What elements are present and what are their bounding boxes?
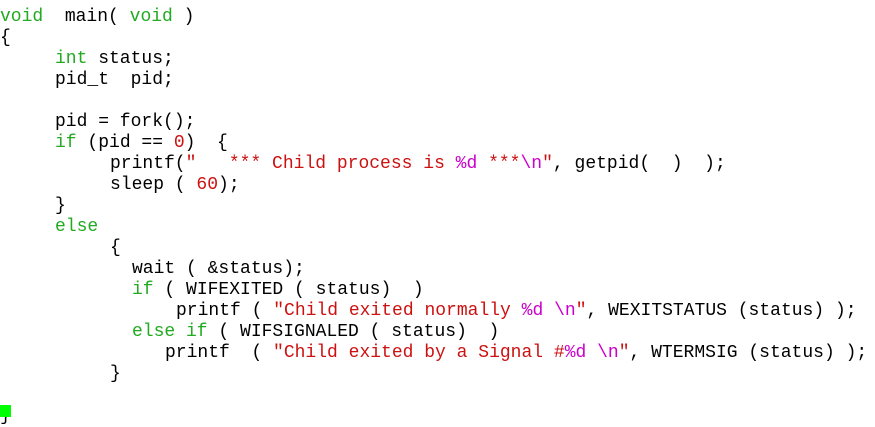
code-token-fmt: \n — [597, 343, 619, 363]
code-token-kw: if — [55, 133, 77, 153]
code-token-str: " — [542, 154, 553, 174]
code-token-str — [586, 343, 597, 363]
code-token-str: " — [618, 343, 630, 363]
code-editor[interactable]: void main( void ){int status; pid_t pid; p… — [0, 0, 875, 426]
code-line: printf(" *** Child process is %d ***\n",… — [110, 154, 726, 175]
code-line: { — [110, 238, 121, 259]
code-token: main( — [43, 7, 130, 27]
code-line: pid_t pid; — [55, 70, 174, 91]
code-token-fmt: %d — [521, 301, 544, 321]
code-token-kw: int — [55, 49, 88, 69]
code-line: void main( void ) — [0, 7, 194, 28]
code-token-str: " *** Child process is — [185, 154, 456, 174]
code-token: ) — [172, 7, 195, 27]
code-line: printf ( "Child exited normally %d \n", … — [176, 301, 857, 322]
code-token-kw: else if — [132, 322, 208, 342]
code-token-str: " — [575, 301, 587, 321]
code-token: printf ( — [176, 301, 274, 321]
code-token-kw: void — [129, 7, 173, 27]
code-line: if (pid == 0) { — [55, 133, 228, 154]
code-token-fmt: \n — [520, 154, 543, 174]
code-token-fmt: \n — [554, 301, 576, 321]
code-token-kw: if — [132, 280, 154, 300]
code-token: printf( — [110, 154, 186, 174]
code-token: , getpid( ) ); — [552, 154, 726, 174]
code-token: ) { — [184, 133, 228, 153]
code-token: status; — [87, 49, 174, 69]
code-token: wait ( &status); — [132, 259, 305, 279]
code-token: { — [110, 238, 121, 258]
code-token: sleep ( — [110, 175, 197, 195]
code-line: pid = fork(); — [55, 112, 195, 133]
code-token-kw: else — [55, 217, 99, 237]
code-token: (pid == — [76, 133, 174, 153]
code-token: { — [0, 28, 11, 48]
code-token-num: 0 — [173, 133, 185, 153]
code-line: int status; — [55, 49, 174, 70]
code-token-kw: void — [0, 7, 44, 27]
code-token: printf ( — [165, 343, 274, 363]
code-token-str: "Child exited normally — [273, 301, 522, 321]
text-cursor — [0, 405, 11, 417]
code-line: } — [55, 196, 66, 217]
code-token-fmt: %d — [564, 343, 587, 363]
code-token: pid_t pid; — [55, 70, 174, 90]
code-line: sleep ( 60); — [110, 175, 240, 196]
code-token-str: *** — [477, 154, 521, 174]
code-line: printf ( "Child exited by a Signal #%d \… — [165, 343, 867, 364]
code-token: } — [110, 364, 121, 384]
code-token: ); — [218, 175, 240, 195]
code-line: else — [55, 217, 98, 238]
code-token: pid = fork(); — [55, 112, 196, 132]
code-token-num: 60 — [196, 175, 219, 195]
code-line: if ( WIFEXITED ( status) ) — [132, 280, 424, 301]
code-token: , WEXITSTATUS (status) ); — [586, 301, 857, 321]
code-token-str — [543, 301, 554, 321]
code-token-fmt: %d — [455, 154, 478, 174]
code-token: ( WIFSIGNALED ( status) ) — [207, 322, 500, 342]
code-token: ( WIFEXITED ( status) ) — [153, 280, 424, 300]
code-token: } — [55, 196, 66, 216]
code-line: { — [0, 28, 11, 49]
code-line: wait ( &status); — [132, 259, 305, 280]
code-token: , WTERMSIG (status) ); — [629, 343, 868, 363]
code-line: else if ( WIFSIGNALED ( status) ) — [132, 322, 499, 343]
code-line: } — [110, 364, 121, 385]
code-token-str: "Child exited by a Signal # — [273, 343, 565, 363]
